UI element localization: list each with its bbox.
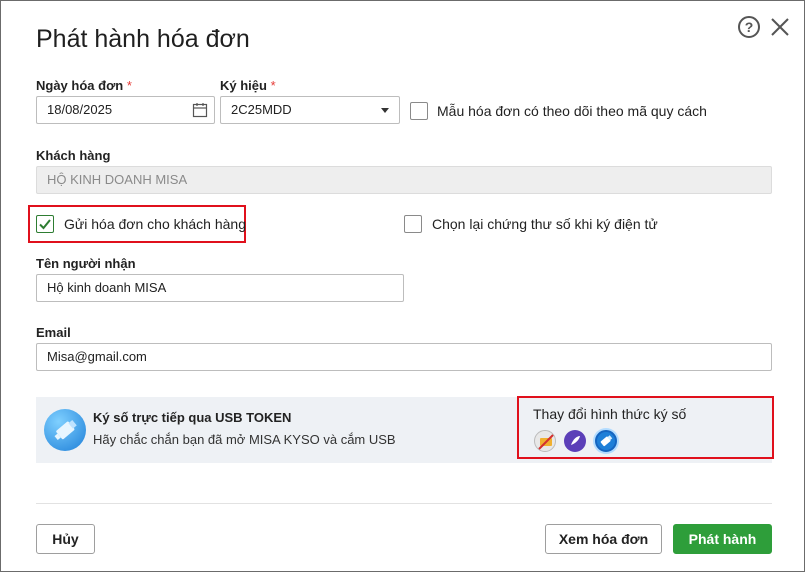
hsm-sign-icon[interactable] bbox=[534, 430, 556, 452]
dialog-title: Phát hành hóa đơn bbox=[36, 25, 250, 53]
issue-invoice-dialog: Phát hành hóa đơn ? Ngày hóa đơn * 18/08… bbox=[0, 0, 805, 572]
customer-value: HỘ KINH DOANH MISA bbox=[47, 172, 188, 187]
help-icon[interactable]: ? bbox=[738, 16, 760, 38]
signing-subtitle: Hãy chắc chắn bạn đã mở MISA KYSO và cắm… bbox=[93, 432, 396, 447]
send-to-customer-label: Gửi hóa đơn cho khách hàng bbox=[64, 216, 247, 232]
reselect-certificate-label: Chọn lại chứng thư số khi ký điện tử bbox=[432, 216, 658, 232]
calendar-icon[interactable] bbox=[192, 102, 208, 118]
recipient-value: Hộ kinh doanh MISA bbox=[47, 280, 167, 295]
usb-token-icon bbox=[44, 409, 86, 451]
recipient-label: Tên người nhận bbox=[36, 256, 136, 271]
email-value: Misa@gmail.com bbox=[47, 349, 147, 364]
email-input[interactable]: Misa@gmail.com bbox=[36, 343, 772, 371]
reselect-certificate-checkbox[interactable] bbox=[404, 215, 422, 233]
cancel-button[interactable]: Hủy bbox=[36, 524, 95, 554]
footer-divider bbox=[36, 503, 772, 504]
checkmark-icon bbox=[39, 219, 51, 230]
change-sign-method-label: Thay đổi hình thức ký số bbox=[533, 406, 687, 422]
signing-title: Ký số trực tiếp qua USB TOKEN bbox=[93, 410, 292, 425]
email-label: Email bbox=[36, 325, 71, 340]
preview-invoice-button[interactable]: Xem hóa đơn bbox=[545, 524, 662, 554]
customer-field: HỘ KINH DOANH MISA bbox=[36, 166, 772, 194]
remote-sign-icon[interactable] bbox=[564, 430, 586, 452]
symbol-value: 2C25MDD bbox=[231, 102, 292, 117]
recipient-input[interactable]: Hộ kinh doanh MISA bbox=[36, 274, 404, 302]
track-by-code-label: Mẫu hóa đơn có theo dõi theo mã quy cách bbox=[437, 103, 707, 119]
invoice-date-label: Ngày hóa đơn * bbox=[36, 78, 132, 93]
close-icon[interactable] bbox=[767, 14, 793, 40]
invoice-date-input[interactable]: 18/08/2025 bbox=[36, 96, 215, 124]
usb-token-method-icon[interactable] bbox=[595, 430, 617, 452]
chevron-down-icon bbox=[381, 108, 389, 113]
send-to-customer-checkbox[interactable] bbox=[36, 215, 54, 233]
customer-label: Khách hàng bbox=[36, 148, 111, 163]
invoice-date-value: 18/08/2025 bbox=[47, 102, 113, 117]
track-by-code-checkbox[interactable] bbox=[410, 102, 428, 120]
symbol-select[interactable]: 2C25MDD bbox=[220, 96, 400, 124]
symbol-label: Ký hiệu * bbox=[220, 78, 276, 93]
issue-button[interactable]: Phát hành bbox=[673, 524, 772, 554]
